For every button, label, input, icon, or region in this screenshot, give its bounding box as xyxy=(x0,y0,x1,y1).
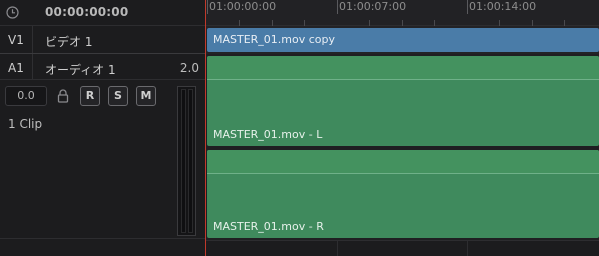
audio-waveform-band xyxy=(207,150,599,174)
audio-clip-left[interactable]: MASTER_01.mov - L xyxy=(207,56,599,146)
track-lane-v1[interactable]: MASTER_01.mov copy xyxy=(205,26,599,54)
timeline-grid-line xyxy=(467,240,468,256)
audio-waveform-band xyxy=(207,56,599,80)
track-name-v1[interactable]: ビデオ 1 xyxy=(45,33,92,50)
record-arm-button[interactable]: R xyxy=(80,86,100,106)
timecode-ruler[interactable]: 01:00:00:00 01:00:07:00 01:00:14:00 xyxy=(205,0,599,26)
track-lane-a1[interactable]: MASTER_01.mov - L MASTER_01.mov - R xyxy=(205,54,599,240)
audio-clip-label-right: MASTER_01.mov - R xyxy=(213,220,324,233)
track-id-v1: V1 xyxy=(8,33,24,47)
solo-button[interactable]: S xyxy=(108,86,128,106)
track-name-a1[interactable]: オーディオ 1 xyxy=(45,61,116,78)
audio-clip-right[interactable]: MASTER_01.mov - R xyxy=(207,150,599,238)
panel-divider xyxy=(0,238,205,239)
timecode-display: 00:00:00:00 xyxy=(45,5,129,19)
ruler-major-tick xyxy=(467,0,468,14)
playhead[interactable] xyxy=(205,0,206,256)
header-divider xyxy=(32,26,33,53)
video-clip-label: MASTER_01.mov copy xyxy=(213,33,336,46)
ruler-label: 01:00:07:00 xyxy=(339,0,407,13)
a1-controls: 0.0 R S M 1 Clip xyxy=(0,80,205,256)
meter-channel-left xyxy=(181,89,186,233)
ruler-label: 01:00:14:00 xyxy=(469,0,537,13)
ruler-major-tick xyxy=(337,0,338,14)
track-volume-a1: 2.0 xyxy=(179,61,199,75)
mute-button[interactable]: M xyxy=(136,86,156,106)
track-header-a1[interactable]: A1 オーディオ 1 2.0 xyxy=(0,54,205,80)
ruler-label: 01:00:00:00 xyxy=(209,0,277,13)
meter-channel-right xyxy=(188,89,193,233)
track-id-a1: A1 xyxy=(8,61,24,75)
track-header-v1[interactable]: V1 ビデオ 1 xyxy=(0,26,205,54)
timeline-bottom-strip xyxy=(205,240,599,256)
lock-icon[interactable] xyxy=(57,89,69,103)
timecode-row: 00:00:00:00 xyxy=(0,0,205,26)
track-header-panel: 00:00:00:00 V1 ビデオ 1 A1 オーディオ 1 2.0 0.0 … xyxy=(0,0,205,256)
clock-icon[interactable] xyxy=(6,6,19,19)
timeline-area[interactable]: 01:00:00:00 01:00:07:00 01:00:14:00 MAST… xyxy=(205,0,599,256)
ruler-major-tick xyxy=(207,0,208,14)
clip-count: 1 Clip xyxy=(8,117,43,131)
header-divider xyxy=(32,54,33,79)
video-clip[interactable]: MASTER_01.mov copy xyxy=(207,28,599,52)
audio-level-field[interactable]: 0.0 xyxy=(5,86,47,106)
audio-level-meter xyxy=(177,86,196,236)
audio-clip-label-left: MASTER_01.mov - L xyxy=(213,128,323,141)
timeline-grid-line xyxy=(337,240,338,256)
